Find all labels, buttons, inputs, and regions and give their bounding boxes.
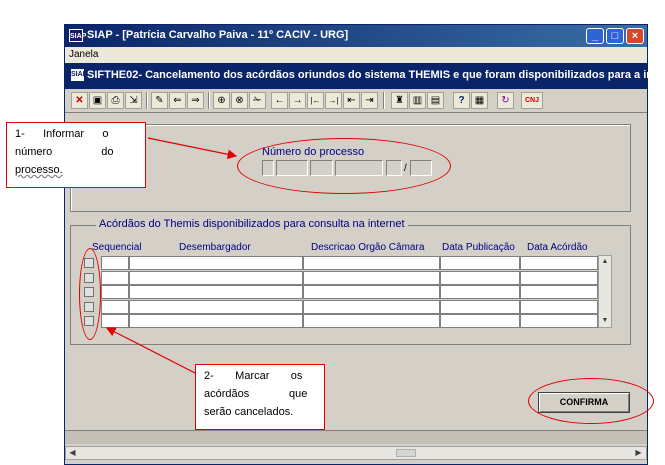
callout-2-line-2: acórdãos que <box>204 388 308 400</box>
callout-informar-processo: 1- Informar o número do processo. <box>6 122 146 188</box>
callout-marcar-acordaos: 2- Marcar os acórdãos que serão cancelad… <box>195 364 325 430</box>
callout-2-line-3: serão cancelados. <box>204 406 294 418</box>
annotation-arrows <box>105 137 238 374</box>
callout-1-line-3: processo. <box>15 164 63 176</box>
callout-1-line-2: número do <box>15 146 114 158</box>
callout-1-line-1: 1- Informar o <box>15 128 109 140</box>
callout-2-line-1: 2- Marcar os <box>204 370 303 382</box>
